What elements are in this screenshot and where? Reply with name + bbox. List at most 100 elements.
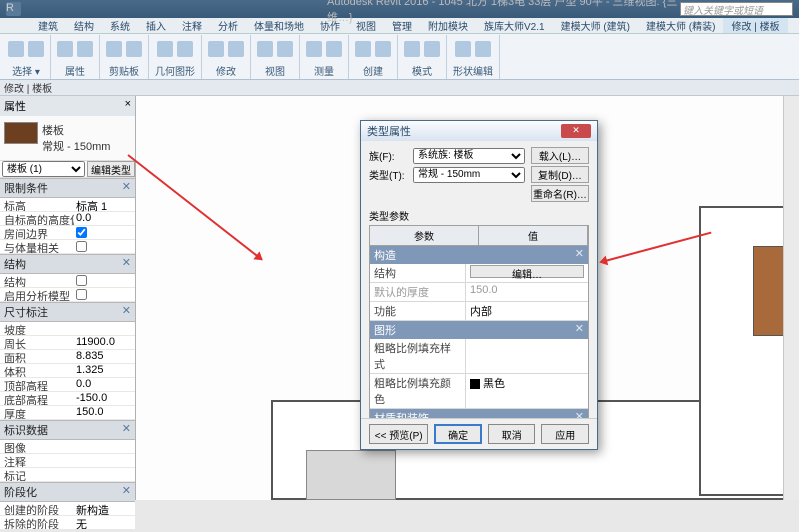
duplicate-button[interactable]: 复制(D)…	[531, 166, 589, 183]
ribbon-icon[interactable]	[404, 41, 420, 57]
close-icon[interactable]: ×	[125, 98, 131, 114]
type-selector-card[interactable]: 楼板 常规 - 150mm	[0, 116, 135, 161]
param-category-header[interactable]: 材质和装饰✕	[370, 409, 588, 418]
expand-icon[interactable]: ✕	[575, 247, 584, 263]
expand-icon[interactable]: ✕	[575, 322, 584, 338]
menu-tab[interactable]: 建模大师 (精装)	[638, 18, 723, 33]
property-value[interactable]	[74, 440, 135, 453]
expand-icon[interactable]: ✕	[122, 180, 131, 196]
ribbon-icon[interactable]	[177, 41, 193, 57]
close-icon[interactable]: ✕	[561, 124, 591, 138]
ribbon-icon[interactable]	[228, 41, 244, 57]
instance-selector[interactable]: 楼板 (1)	[2, 161, 85, 177]
property-section-header[interactable]: 阶段化✕	[0, 482, 135, 502]
menu-tab[interactable]: 视图	[348, 18, 384, 33]
param-value[interactable]	[466, 339, 588, 373]
property-value[interactable]	[74, 454, 135, 467]
ribbon-icon[interactable]	[208, 41, 224, 57]
property-value[interactable]: 8.835	[74, 350, 135, 363]
menu-tab[interactable]: 系统	[102, 18, 138, 33]
property-checkbox[interactable]	[76, 289, 87, 300]
ribbon-icon[interactable]	[77, 41, 93, 57]
apply-button[interactable]: 应用	[541, 424, 589, 444]
property-value[interactable]: 标高 1	[74, 198, 135, 211]
ribbon-icon[interactable]	[475, 41, 491, 57]
property-value[interactable]: 无	[74, 516, 135, 529]
menu-tab[interactable]: 结构	[66, 18, 102, 33]
menu-tab[interactable]: 管理	[384, 18, 420, 33]
property-value[interactable]	[74, 226, 135, 239]
menu-tab[interactable]: 分析	[210, 18, 246, 33]
expand-icon[interactable]: ✕	[122, 422, 131, 438]
ribbon-icon[interactable]	[8, 41, 24, 57]
app-menu-icon[interactable]: R	[6, 2, 21, 16]
expand-icon[interactable]: ✕	[575, 410, 584, 418]
ribbon-icon[interactable]	[257, 41, 273, 57]
menu-tab[interactable]: 协作	[312, 18, 348, 33]
menu-tab[interactable]: 建模大师 (建筑)	[553, 18, 638, 33]
property-value[interactable]	[74, 240, 135, 253]
property-value[interactable]	[74, 274, 135, 287]
property-value[interactable]	[74, 468, 135, 481]
expand-icon[interactable]: ✕	[122, 304, 131, 320]
menu-tab[interactable]: 插入	[138, 18, 174, 33]
property-value[interactable]: 1.325	[74, 364, 135, 377]
param-key: 粗略比例填充颜色	[370, 374, 466, 408]
expand-icon[interactable]: ✕	[122, 484, 131, 500]
param-value[interactable]: 编辑…	[466, 264, 588, 282]
property-value[interactable]	[74, 322, 135, 335]
ribbon-icon[interactable]	[106, 41, 122, 57]
search-input[interactable]: 键入关键字或短语	[680, 2, 793, 16]
menu-tab[interactable]: 附加模块	[420, 18, 476, 33]
menu-tab[interactable]: 族库大师V2.1	[476, 18, 553, 33]
ribbon-icon[interactable]	[157, 41, 173, 57]
menu-tab[interactable]: 体量和场地	[246, 18, 312, 33]
rename-button[interactable]: 重命名(R)…	[531, 185, 589, 202]
scrollbar-vertical[interactable]	[783, 96, 799, 500]
property-section-header[interactable]: 标识数据✕	[0, 420, 135, 440]
property-value[interactable]: 150.0	[74, 406, 135, 419]
param-value[interactable]: 150.0	[466, 283, 588, 301]
param-value[interactable]: 内部	[466, 302, 588, 320]
menu-tab[interactable]: 修改 | 楼板	[723, 18, 787, 33]
ribbon-icon[interactable]	[306, 41, 322, 57]
menu-tab[interactable]: 建筑	[30, 18, 66, 33]
ribbon-icon[interactable]	[375, 41, 391, 57]
param-category-header[interactable]: 构造✕	[370, 246, 588, 264]
ribbon-icon[interactable]	[277, 41, 293, 57]
property-section-header[interactable]: 结构✕	[0, 254, 135, 274]
ribbon-icon[interactable]	[57, 41, 73, 57]
ribbon-icon[interactable]	[28, 41, 44, 57]
property-section-header[interactable]: 限制条件✕	[0, 178, 135, 198]
type-select[interactable]: 常规 - 150mm	[413, 167, 525, 183]
menu-tab[interactable]: 注释	[174, 18, 210, 33]
property-value[interactable]: 0.0	[74, 212, 135, 225]
expand-icon[interactable]: ✕	[122, 256, 131, 272]
param-value[interactable]: 黑色	[466, 374, 588, 408]
family-select[interactable]: 系统族: 楼板	[413, 148, 525, 164]
ribbon-icon[interactable]	[126, 41, 142, 57]
param-category-header[interactable]: 图形✕	[370, 321, 588, 339]
ribbon-icon[interactable]	[424, 41, 440, 57]
property-value[interactable]: 0.0	[74, 378, 135, 391]
ok-button[interactable]: 确定	[434, 424, 482, 444]
furniture-element[interactable]	[306, 450, 396, 500]
property-value[interactable]: 11900.0	[74, 336, 135, 349]
property-value[interactable]	[74, 288, 135, 301]
property-checkbox[interactable]	[76, 275, 87, 286]
property-value[interactable]: 新构造	[74, 502, 135, 515]
cancel-button[interactable]: 取消	[488, 424, 536, 444]
preview-button[interactable]: << 预览(P)	[369, 424, 428, 444]
property-section-header[interactable]: 尺寸标注✕	[0, 302, 135, 322]
property-value[interactable]: -150.0	[74, 392, 135, 405]
ribbon-icon[interactable]	[326, 41, 342, 57]
property-row: 拆除的阶段无	[0, 516, 135, 530]
load-button[interactable]: 载入(L)…	[531, 147, 589, 164]
edit-type-button[interactable]: 编辑类型	[87, 161, 135, 177]
edit-struct-button[interactable]: 编辑…	[470, 265, 584, 278]
ribbon-icon[interactable]	[455, 41, 471, 57]
property-checkbox[interactable]	[76, 241, 87, 252]
ribbon-icon[interactable]	[355, 41, 371, 57]
dialog-title-bar[interactable]: 类型属性 ✕	[361, 121, 597, 141]
property-checkbox[interactable]	[76, 227, 87, 238]
